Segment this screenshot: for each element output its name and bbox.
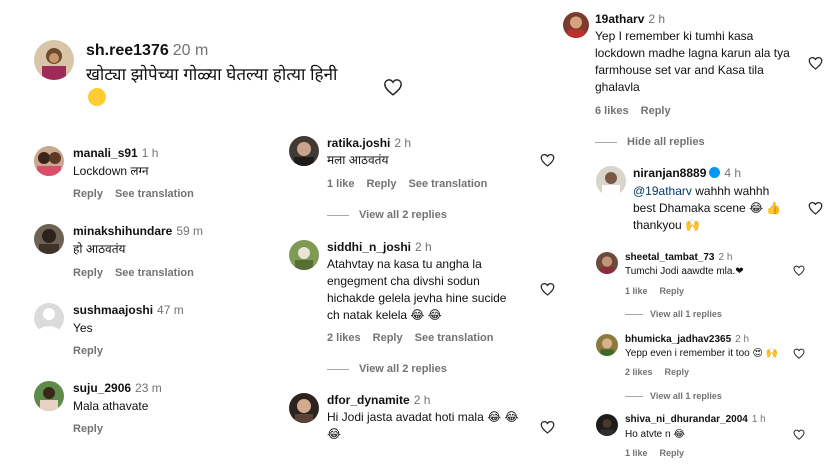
comment-username[interactable]: sushmaajoshi bbox=[73, 303, 153, 317]
like-heart-icon[interactable] bbox=[808, 201, 823, 215]
like-heart-icon[interactable] bbox=[793, 265, 805, 276]
comment-username[interactable]: manali_s91 bbox=[73, 146, 138, 160]
avatar[interactable] bbox=[34, 303, 64, 333]
comment-text: खोट्या झोपेच्या गोळ्या घेतल्या होत्या हि… bbox=[86, 65, 338, 84]
reply-button[interactable]: Reply bbox=[73, 188, 103, 200]
comment-time: 2 h bbox=[415, 240, 432, 254]
comment-username[interactable]: sheetal_tambat_73 bbox=[625, 252, 715, 263]
like-heart-icon[interactable] bbox=[793, 348, 805, 359]
avatar[interactable] bbox=[596, 334, 618, 356]
likes-count[interactable]: 1 like bbox=[625, 448, 648, 458]
reply-button[interactable]: Reply bbox=[73, 423, 103, 435]
reply-button[interactable]: Reply bbox=[73, 345, 103, 357]
comment-text: Tumchi Jodi aawdte mla.❤ bbox=[625, 266, 744, 277]
view-replies-button[interactable]: View all 2 replies bbox=[327, 209, 447, 221]
comment-text: @19atharv wahhh wahhh best Dhamaka scene… bbox=[633, 183, 793, 234]
verified-badge-icon bbox=[709, 167, 721, 178]
comment-time: 4 h bbox=[724, 166, 742, 180]
hide-replies-button[interactable]: Hide all replies bbox=[595, 136, 705, 148]
view-replies-label[interactable]: View all 1 replies bbox=[650, 309, 722, 319]
comment-text: Yep I remember ki tumhi kasa lockdown ma… bbox=[595, 29, 790, 94]
comment-text: Yepp even i remember it too 😍 🙌 bbox=[625, 348, 779, 359]
comment-time: 2 h bbox=[413, 393, 431, 407]
reply-button[interactable]: Reply bbox=[660, 448, 685, 458]
like-heart-icon[interactable] bbox=[540, 420, 555, 434]
comment-text: Yes bbox=[73, 321, 93, 335]
comment-username[interactable]: dfor_dynamite bbox=[327, 393, 410, 407]
see-translation-button[interactable]: See translation bbox=[115, 188, 194, 200]
comment-username[interactable]: 19atharv bbox=[595, 12, 644, 26]
view-replies-label[interactable]: View all 2 replies bbox=[359, 209, 447, 221]
reply-button[interactable]: Reply bbox=[73, 267, 103, 279]
view-replies-button[interactable]: View all 2 replies bbox=[327, 363, 447, 375]
comment-text: Hi Jodi jasta avadat hoti mala 😂 😂 😂 bbox=[327, 410, 519, 441]
view-replies-button[interactable]: View all 1 replies bbox=[625, 391, 722, 401]
comment-time: 59 m bbox=[176, 224, 204, 238]
comment-username[interactable]: siddhi_n_joshi bbox=[327, 240, 411, 254]
comment-text: Mala athavate bbox=[73, 399, 149, 413]
comment-time: 1 h bbox=[751, 414, 766, 425]
reply-button[interactable]: Reply bbox=[641, 105, 671, 117]
likes-count[interactable]: 2 likes bbox=[625, 367, 653, 377]
avatar[interactable] bbox=[34, 40, 74, 80]
likes-count[interactable]: 1 like bbox=[625, 286, 648, 296]
reply-button[interactable]: Reply bbox=[665, 367, 690, 377]
avatar[interactable] bbox=[563, 12, 589, 38]
avatar[interactable] bbox=[289, 393, 319, 423]
like-heart-icon[interactable] bbox=[540, 282, 555, 296]
comment-time: 1 h bbox=[141, 146, 159, 160]
like-heart-icon[interactable] bbox=[540, 153, 555, 167]
comment-text: Lockdown लग्न bbox=[73, 164, 149, 178]
comment-username[interactable]: suju_2906 bbox=[73, 381, 131, 395]
likes-count[interactable]: 6 likes bbox=[595, 105, 629, 117]
avatar[interactable] bbox=[34, 381, 64, 411]
comment-time: 2 h bbox=[394, 136, 412, 150]
comment-time: 2 h bbox=[735, 334, 750, 345]
comment-text: Ho atvte n 😂 bbox=[625, 429, 686, 440]
comment-username[interactable]: minakshihundare bbox=[73, 224, 172, 238]
like-heart-icon[interactable] bbox=[808, 56, 823, 70]
avatar[interactable] bbox=[289, 240, 319, 270]
avatar[interactable] bbox=[596, 252, 618, 274]
reply-button[interactable]: Reply bbox=[373, 332, 403, 344]
comment-username[interactable]: ratika.joshi bbox=[327, 136, 390, 150]
comment-text: मला आठवतंय bbox=[327, 153, 389, 167]
like-heart-icon[interactable] bbox=[793, 429, 805, 440]
view-replies-label[interactable]: View all 2 replies bbox=[359, 363, 447, 375]
main-comment: sh.ree1376 20 m खोट्या झोपेच्या गोळ्या घे… bbox=[34, 40, 414, 110]
see-translation-button[interactable]: See translation bbox=[415, 332, 494, 344]
likes-count[interactable]: 1 like bbox=[327, 178, 355, 190]
view-replies-label[interactable]: View all 1 replies bbox=[650, 391, 722, 401]
comment-time: 20 m bbox=[172, 42, 209, 59]
reply-button[interactable]: Reply bbox=[367, 178, 397, 190]
hide-replies-label[interactable]: Hide all replies bbox=[627, 136, 705, 148]
reply-button[interactable]: Reply bbox=[660, 286, 685, 296]
comment-time: 47 m bbox=[157, 303, 184, 317]
comment-time: 2 h bbox=[718, 252, 733, 263]
comment-username[interactable]: sh.ree1376 bbox=[86, 42, 169, 59]
comment-username[interactable]: niranjan8889 bbox=[633, 166, 706, 180]
avatar[interactable] bbox=[34, 146, 64, 176]
mention-link[interactable]: @19atharv bbox=[633, 184, 692, 198]
like-heart-icon[interactable] bbox=[383, 78, 403, 96]
see-translation-button[interactable]: See translation bbox=[115, 267, 194, 279]
comment-text: हो आठवतंय bbox=[73, 242, 126, 256]
comment-time: 2 h bbox=[648, 12, 666, 26]
comment-username[interactable]: bhumicka_jadhav2365 bbox=[625, 334, 731, 345]
comment-text: Atahvtay na kasa tu angha la engegment c… bbox=[327, 257, 507, 322]
avatar[interactable] bbox=[289, 136, 319, 166]
avatar[interactable] bbox=[596, 414, 618, 436]
avatar[interactable] bbox=[596, 166, 626, 196]
likes-count[interactable]: 2 likes bbox=[327, 332, 361, 344]
comment-username[interactable]: shiva_ni_dhurandar_2004 bbox=[625, 414, 748, 425]
see-translation-button[interactable]: See translation bbox=[409, 178, 488, 190]
comment-time: 23 m bbox=[135, 381, 162, 395]
avatar[interactable] bbox=[34, 224, 64, 254]
view-replies-button[interactable]: View all 1 replies bbox=[625, 309, 722, 319]
laughing-emoji-icon bbox=[88, 88, 106, 109]
